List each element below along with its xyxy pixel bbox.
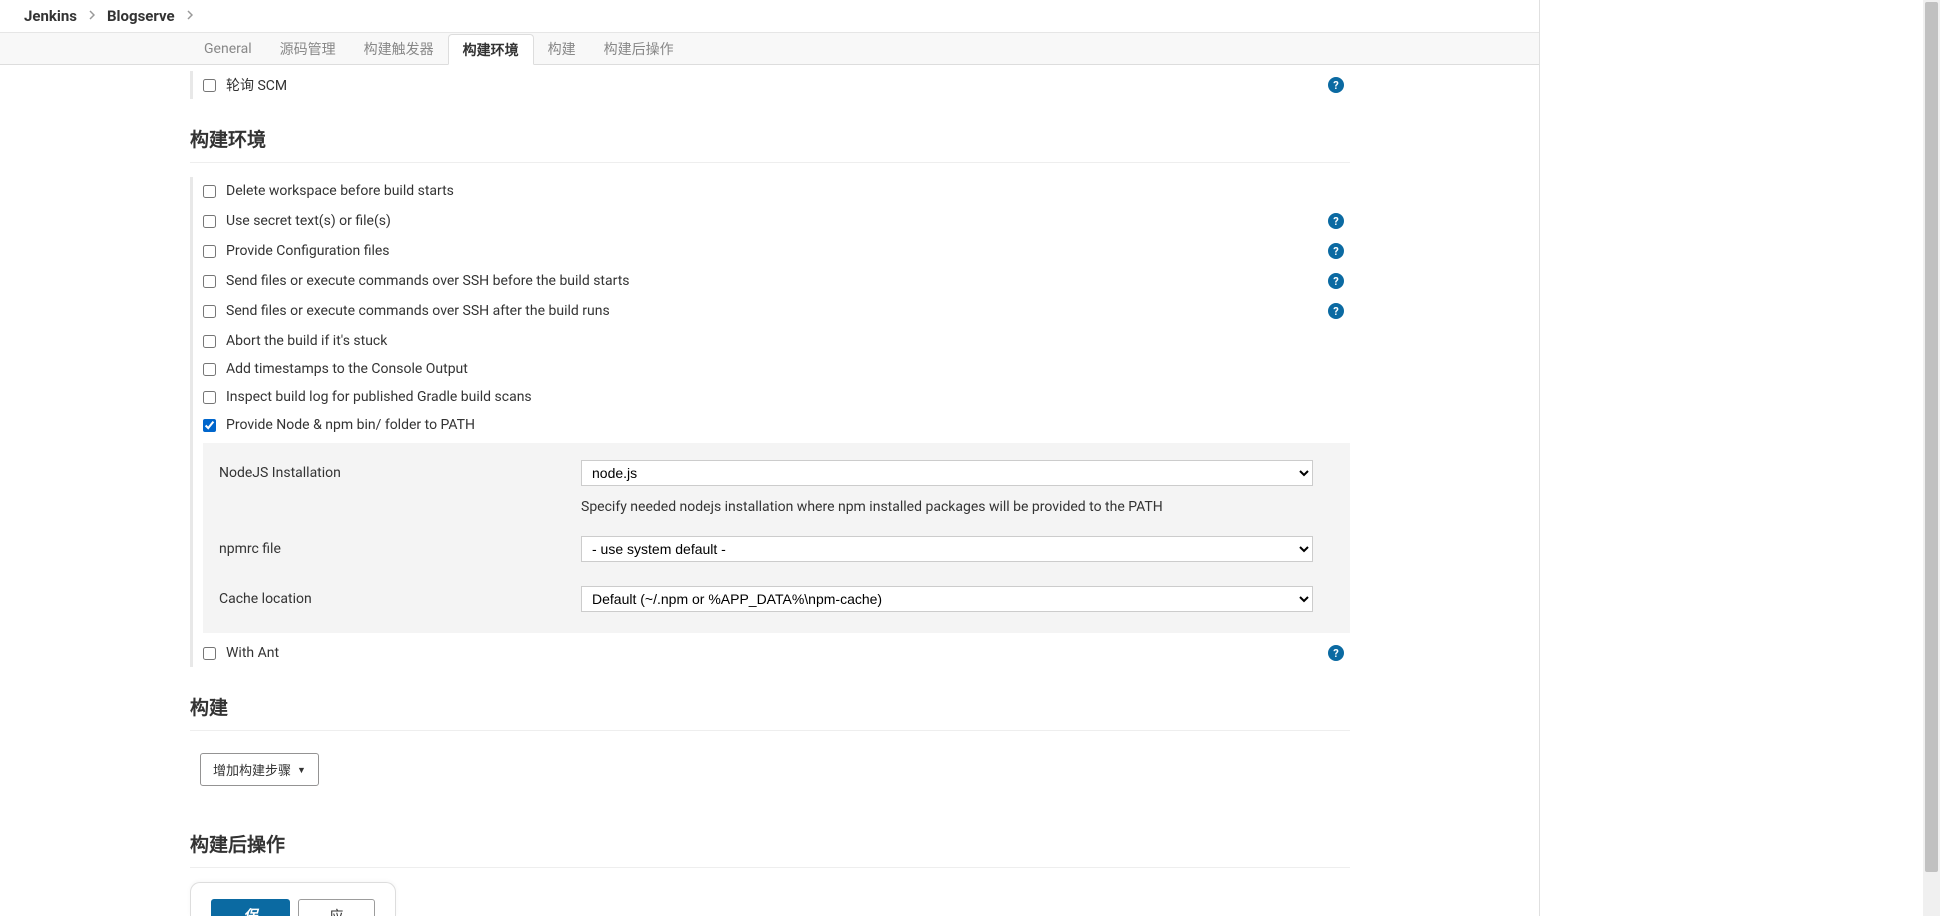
node-config-panel: NodeJS Installation node.js Specify need…: [203, 443, 1350, 633]
save-button[interactable]: 保存: [211, 899, 290, 916]
poll-scm-row: 轮询 SCM ?: [203, 71, 1350, 99]
npmrc-select[interactable]: - use system default -: [581, 536, 1313, 562]
cache-select[interactable]: Default (~/.npm or %APP_DATA%\npm-cache): [581, 586, 1313, 612]
with-ant-label[interactable]: With Ant: [226, 645, 279, 661]
add-build-step-label: 增加构建步骤: [213, 760, 291, 779]
help-icon[interactable]: ?: [1328, 645, 1344, 661]
apply-button[interactable]: 应用: [298, 899, 375, 916]
help-icon[interactable]: ?: [1328, 273, 1344, 289]
gradle-scan-checkbox[interactable]: [203, 391, 216, 404]
section-post-build-title: 构建后操作: [190, 810, 1350, 868]
poll-scm-checkbox[interactable]: [203, 79, 216, 92]
ssh-before-checkbox[interactable]: [203, 275, 216, 288]
tab-build[interactable]: 构建: [534, 34, 590, 64]
scrollbar[interactable]: [1923, 0, 1940, 916]
chevron-right-icon: [187, 9, 193, 23]
cache-row: Cache location Default (~/.npm or %APP_D…: [203, 579, 1350, 619]
tab-general[interactable]: General: [190, 34, 266, 64]
footer-actions: 保存 应用: [190, 882, 396, 916]
env-row-secret-text: Use secret text(s) or file(s) ?: [203, 207, 1350, 235]
delete-workspace-checkbox[interactable]: [203, 185, 216, 198]
env-row-gradle-scan: Inspect build log for published Gradle b…: [203, 383, 1350, 411]
poll-scm-label[interactable]: 轮询 SCM: [226, 75, 287, 95]
tab-build-env[interactable]: 构建环境: [448, 34, 534, 65]
tab-triggers[interactable]: 构建触发器: [350, 34, 448, 64]
env-row-abort-stuck: Abort the build if it's stuck: [203, 327, 1350, 355]
with-ant-checkbox[interactable]: [203, 647, 216, 660]
env-row-with-ant: With Ant ?: [203, 639, 1350, 667]
node-install-select[interactable]: node.js: [581, 460, 1313, 486]
npmrc-row: npmrc file - use system default -: [203, 529, 1350, 569]
npmrc-label: npmrc file: [219, 541, 581, 557]
chevron-right-icon: [89, 9, 95, 23]
abort-stuck-label[interactable]: Abort the build if it's stuck: [226, 333, 387, 349]
config-files-label[interactable]: Provide Configuration files: [226, 243, 390, 259]
node-install-row: NodeJS Installation node.js: [203, 453, 1350, 493]
secret-text-label[interactable]: Use secret text(s) or file(s): [226, 213, 391, 229]
node-install-label: NodeJS Installation: [219, 465, 581, 481]
node-install-description: Specify needed nodejs installation where…: [203, 493, 1350, 529]
abort-stuck-checkbox[interactable]: [203, 335, 216, 348]
env-row-ssh-before: Send files or execute commands over SSH …: [203, 267, 1350, 295]
section-build-env-title: 构建环境: [190, 105, 1350, 163]
section-build-title: 构建: [190, 673, 1350, 731]
breadcrumb-link-jenkins[interactable]: Jenkins: [24, 7, 77, 25]
secret-text-checkbox[interactable]: [203, 215, 216, 228]
env-row-ssh-after: Send files or execute commands over SSH …: [203, 297, 1350, 325]
help-icon[interactable]: ?: [1328, 243, 1344, 259]
timestamps-label[interactable]: Add timestamps to the Console Output: [226, 361, 468, 377]
help-icon[interactable]: ?: [1328, 213, 1344, 229]
tab-scm[interactable]: 源码管理: [266, 34, 350, 64]
cache-label: Cache location: [219, 591, 581, 607]
timestamps-checkbox[interactable]: [203, 363, 216, 376]
delete-workspace-label[interactable]: Delete workspace before build starts: [226, 183, 454, 199]
config-tabs: General 源码管理 构建触发器 构建环境 构建 构建后操作: [0, 33, 1539, 65]
env-row-node-path: Provide Node & npm bin/ folder to PATH: [203, 411, 1350, 439]
node-path-checkbox[interactable]: [203, 419, 216, 432]
help-icon[interactable]: ?: [1328, 303, 1344, 319]
env-row-config-files: Provide Configuration files ?: [203, 237, 1350, 265]
ssh-after-checkbox[interactable]: [203, 305, 216, 318]
scrollbar-thumb[interactable]: [1925, 2, 1938, 872]
node-path-label[interactable]: Provide Node & npm bin/ folder to PATH: [226, 417, 475, 433]
ssh-before-label[interactable]: Send files or execute commands over SSH …: [226, 273, 630, 289]
tab-post-build[interactable]: 构建后操作: [590, 34, 688, 64]
env-row-timestamps: Add timestamps to the Console Output: [203, 355, 1350, 383]
env-row-delete-workspace: Delete workspace before build starts: [203, 177, 1350, 205]
help-icon[interactable]: ?: [1328, 77, 1344, 93]
ssh-after-label[interactable]: Send files or execute commands over SSH …: [226, 303, 610, 319]
gradle-scan-label[interactable]: Inspect build log for published Gradle b…: [226, 389, 532, 405]
add-build-step-button[interactable]: 增加构建步骤 ▼: [200, 753, 319, 786]
config-files-checkbox[interactable]: [203, 245, 216, 258]
breadcrumb-link-project[interactable]: Blogserve: [107, 7, 175, 25]
breadcrumb: Jenkins Blogserve: [0, 0, 1539, 33]
caret-down-icon: ▼: [297, 765, 306, 775]
